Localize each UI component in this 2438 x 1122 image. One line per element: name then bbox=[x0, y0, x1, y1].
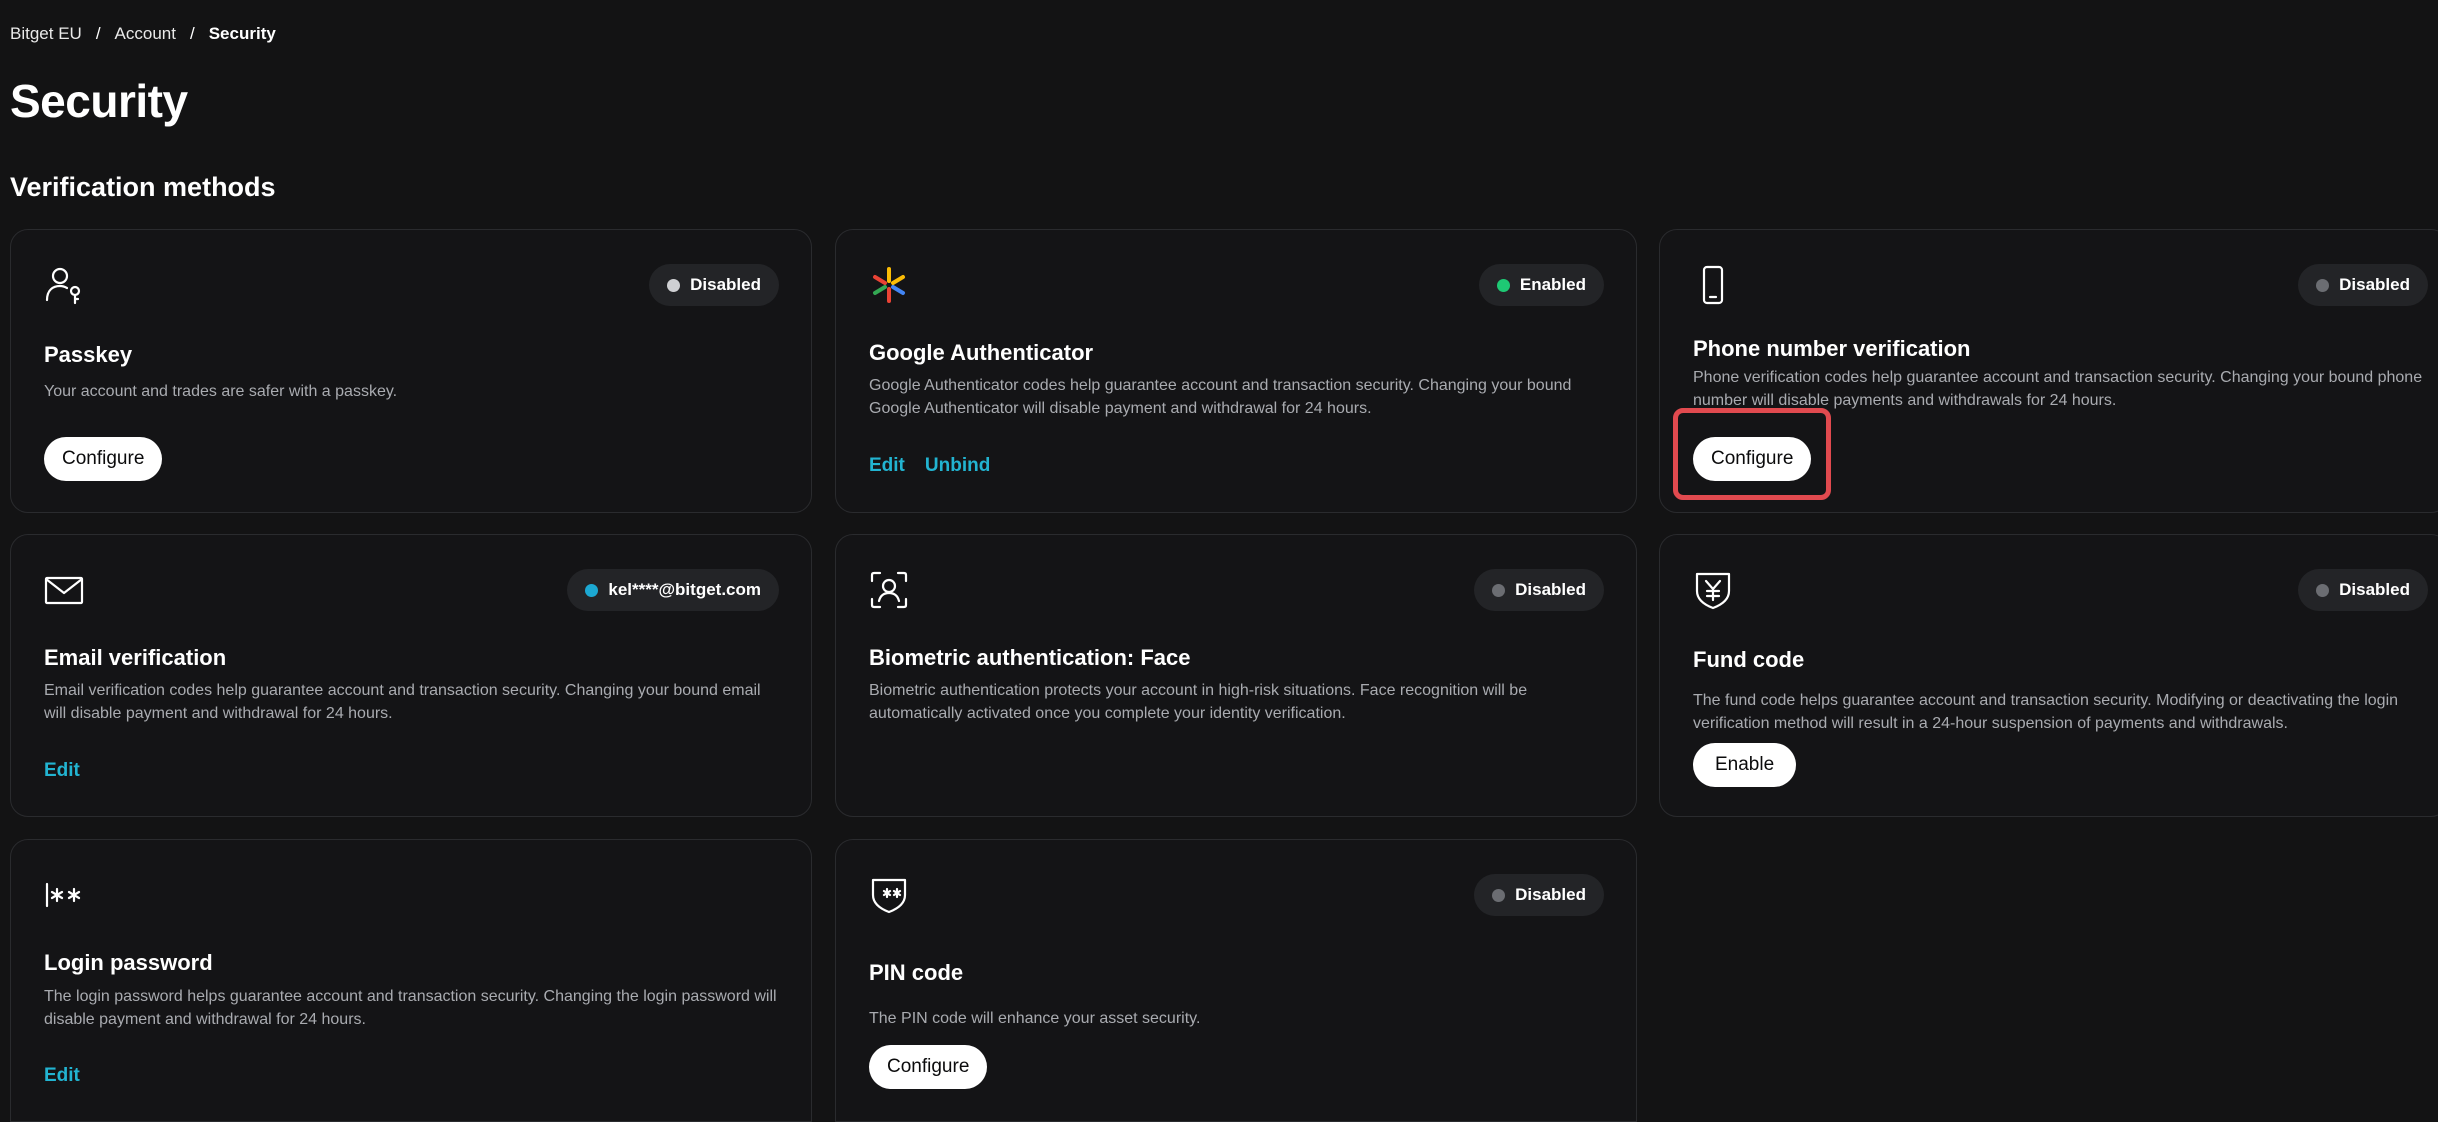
security-page: Bitget EU / Account / Security Security … bbox=[0, 0, 2438, 1122]
card-title: PIN code bbox=[869, 960, 964, 985]
login-edit-link[interactable]: Edit bbox=[44, 1065, 80, 1087]
password-icon bbox=[45, 882, 81, 908]
card-description: Phone verification codes help guarantee … bbox=[1693, 369, 2423, 409]
section-title: Verification methods bbox=[10, 172, 276, 202]
user-key-icon bbox=[45, 267, 81, 305]
status-text: Disabled bbox=[2339, 275, 2410, 294]
card-title: Passkey bbox=[44, 342, 133, 367]
breadcrumb: Bitget EU / Account / Security bbox=[10, 24, 276, 44]
card-title: Biometric authentication: Face bbox=[869, 645, 1191, 670]
passkey-card: Disabled Passkey Your account and trades… bbox=[10, 229, 812, 513]
pin-shield-icon bbox=[871, 878, 907, 914]
fund-enable-button[interactable]: Enable bbox=[1693, 743, 1797, 787]
status-text: Disabled bbox=[1515, 580, 1586, 599]
biometric-card: Disabled Biometric authentication: Face … bbox=[835, 534, 1637, 817]
status-badge: Disabled bbox=[649, 264, 779, 306]
card-description: Your account and trades are safer with a… bbox=[44, 383, 398, 400]
status-dot bbox=[585, 583, 599, 597]
card-links: Edit bbox=[44, 1065, 80, 1087]
breadcrumb-bitget-eu[interactable]: Bitget EU bbox=[10, 24, 82, 44]
google-authenticator-icon bbox=[873, 267, 905, 303]
card-description: Biometric authentication protects your a… bbox=[869, 682, 1528, 722]
status-text: Disabled bbox=[690, 275, 761, 294]
status-dot bbox=[2316, 278, 2330, 292]
status-dot bbox=[2316, 583, 2330, 597]
google-authenticator-card: Enabled Google Authenticator Google Auth… bbox=[835, 229, 1637, 513]
breadcrumb-security: Security bbox=[208, 24, 276, 43]
email-verification-card: kel****@bitget.com Email verification Em… bbox=[10, 534, 812, 817]
status-badge: Disabled bbox=[2298, 264, 2428, 306]
status-badge: kel****@bitget.com bbox=[567, 569, 779, 611]
mail-icon bbox=[44, 576, 84, 605]
status-dot bbox=[667, 278, 681, 292]
status-badge: Disabled bbox=[2298, 569, 2428, 611]
card-description: The PIN code will enhance your asset sec… bbox=[869, 1010, 1201, 1027]
status-text: Disabled bbox=[1515, 885, 1586, 904]
card-title: Email verification bbox=[44, 645, 227, 670]
pin-code-card: Disabled PIN code The PIN code will enha… bbox=[835, 839, 1637, 1122]
card-description: Google Authenticator codes help guarante… bbox=[869, 377, 1572, 417]
status-text: Disabled bbox=[2339, 580, 2410, 599]
card-title: Google Authenticator bbox=[869, 340, 1094, 365]
status-badge: Enabled bbox=[1478, 264, 1604, 306]
yen-shield-icon bbox=[1695, 572, 1731, 610]
fund-code-card: Disabled Fund code The fund code helps g… bbox=[1659, 534, 2438, 817]
page-title: Security bbox=[10, 75, 188, 127]
card-title: Fund code bbox=[1693, 647, 1805, 672]
phone-icon bbox=[1702, 265, 1724, 305]
google-unbind-link[interactable]: Unbind bbox=[925, 455, 990, 477]
status-dot bbox=[1492, 583, 1506, 597]
card-description: Email verification codes help guarantee … bbox=[44, 682, 761, 722]
card-description: The fund code helps guarantee account an… bbox=[1693, 692, 2399, 732]
status-badge: Disabled bbox=[1474, 569, 1604, 611]
email-edit-link[interactable]: Edit bbox=[44, 760, 80, 782]
highlight-box bbox=[1673, 408, 1831, 500]
status-badge: Disabled bbox=[1474, 874, 1604, 916]
login-password-card: Login password The login password helps … bbox=[10, 839, 812, 1122]
face-scan-icon bbox=[870, 571, 908, 609]
passkey-configure-button[interactable]: Configure bbox=[44, 437, 163, 481]
status-text: kel****@bitget.com bbox=[608, 580, 761, 599]
status-dot bbox=[1496, 278, 1510, 292]
status-dot bbox=[1492, 888, 1506, 902]
card-links: Edit bbox=[44, 760, 80, 782]
breadcrumb-separator: / bbox=[95, 24, 101, 43]
breadcrumb-account[interactable]: Account bbox=[115, 24, 176, 44]
card-description: The login password helps guarantee accou… bbox=[44, 988, 777, 1028]
breadcrumb-separator: / bbox=[189, 24, 195, 43]
card-title: Login password bbox=[44, 950, 213, 975]
google-edit-link[interactable]: Edit bbox=[869, 455, 905, 477]
status-text: Enabled bbox=[1519, 275, 1586, 294]
card-links: Edit Unbind bbox=[869, 455, 990, 477]
pin-configure-button[interactable]: Configure bbox=[869, 1045, 988, 1089]
card-title: Phone number verification bbox=[1693, 336, 1971, 361]
